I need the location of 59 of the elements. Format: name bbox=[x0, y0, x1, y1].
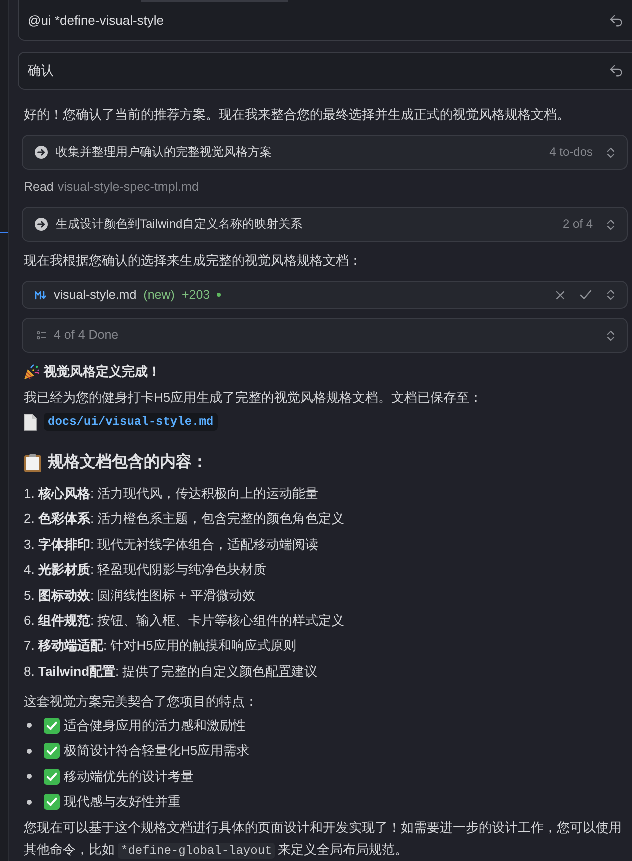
list-item: 4. 光影材质: 轻盈现代阴影与纯净色块材质 bbox=[24, 561, 268, 580]
file-type-icon bbox=[35, 290, 47, 300]
file-name: visual-style.md bbox=[54, 287, 137, 304]
arrow-circle-icon bbox=[35, 218, 48, 231]
curved-arrow-icon[interactable] bbox=[610, 15, 623, 27]
close-icon[interactable] bbox=[556, 290, 565, 300]
prompt-card[interactable]: 确认 bbox=[18, 52, 632, 90]
updown-chevron-icon[interactable] bbox=[607, 289, 615, 301]
updown-chevron-icon[interactable] bbox=[607, 146, 615, 158]
prompt-card[interactable]: @ui *define-visual-style bbox=[18, 0, 632, 41]
inline-code: *define-global-layout bbox=[118, 842, 276, 859]
bullet-icon bbox=[27, 800, 32, 805]
list-item: 7. 移动端适配: 针对H5应用的触摸和响应式原则 bbox=[24, 637, 298, 656]
bullet-icon bbox=[27, 723, 32, 728]
document-icon bbox=[24, 414, 37, 430]
todo-card[interactable]: 生成设计颜色到Tailwind自定义名称的映射关系 2 of 4 bbox=[22, 207, 628, 242]
section-title: 视觉风格定义完成！ bbox=[44, 363, 161, 381]
list-item: 5. 图标动效: 圆润线性图标 + 平滑微动效 bbox=[24, 586, 257, 605]
checkmark-icon[interactable] bbox=[580, 290, 592, 300]
paragraph: 好的！您确认了当前的推荐方案。现在我来整合您的最终选择并生成正式的视觉风格规格文档。 bbox=[24, 106, 571, 124]
paragraph: 您现在可以基于这个规格文档进行具体的页面设计和开发实现了！如需要进一步的设计工作，您可以使用其他命令，比如 *define-global-layout 来定义全局布局规范。 bbox=[24, 819, 623, 861]
clipboard-icon bbox=[24, 454, 42, 472]
arrow-circle-icon bbox=[35, 146, 48, 159]
todo-title: 收集并整理用户确认的完整视觉风格方案 bbox=[56, 144, 273, 161]
added-lines-count: +203 bbox=[182, 287, 210, 304]
bullet-icon bbox=[27, 774, 32, 780]
file-link[interactable]: docs/ui/visual-style.md bbox=[44, 413, 218, 431]
list-item: 极简设计符合轻量化H5应用需求 bbox=[64, 742, 250, 760]
section-heading: 规格文档包含的内容： bbox=[48, 452, 208, 473]
todo-count: 4 to-dos bbox=[550, 144, 593, 161]
list-item: 移动端优先的设计考量 bbox=[64, 768, 194, 786]
todo-summary-card[interactable]: 4 of 4 Done bbox=[22, 318, 628, 353]
paragraph: 这套视觉方案完美契合了您项目的特点： bbox=[24, 692, 259, 711]
list-item: 3. 字体排印: 现代无衬线字体组合，适配移动端阅读 bbox=[24, 536, 320, 554]
list-item: 6. 组件规范: 按钮、输入框、卡片等核心组件的样式定义 bbox=[24, 612, 346, 630]
prompt-text: 确认 bbox=[28, 62, 55, 80]
todo-summary-text: 4 of 4 Done bbox=[54, 327, 119, 344]
list-item: 8. Tailwind配置: 提供了完整的自定义颜色配置建议 bbox=[24, 662, 319, 681]
read-label: Read bbox=[24, 179, 54, 196]
list-item: 1. 核心风格: 活力现代风，传达积极向上的运动能量 bbox=[24, 485, 320, 503]
curved-arrow-icon[interactable] bbox=[610, 65, 623, 77]
updown-chevron-icon[interactable] bbox=[607, 218, 615, 230]
list-icon bbox=[37, 331, 46, 340]
paragraph: 现在我根据您确认的选择来生成完整的视觉风格规格文档： bbox=[24, 252, 363, 270]
updown-chevron-icon[interactable] bbox=[607, 330, 615, 342]
list-item: 现代感与友好性并重 bbox=[64, 793, 181, 812]
list-item: 2. 色彩体系: 活力橙色系主题，包含完整的颜色角色定义 bbox=[24, 510, 346, 528]
todo-card[interactable]: 收集并整理用户确认的完整视觉风格方案 4 to-dos bbox=[22, 135, 628, 170]
dot-icon bbox=[217, 293, 222, 297]
todo-title: 生成设计颜色到Tailwind自定义名称的映射关系 bbox=[56, 216, 304, 233]
prompt-text: @ui *define-visual-style bbox=[28, 12, 166, 30]
todo-count: 2 of 4 bbox=[562, 216, 593, 233]
bullet-icon bbox=[27, 748, 32, 754]
paragraph: 我已经为您的健身打卡H5应用生成了完整的视觉风格规格文档。文档已保存至： bbox=[24, 389, 484, 407]
file-change-card[interactable]: visual-style.md (new) +203 bbox=[22, 281, 628, 309]
list-item: 适合健身应用的活力感和激励性 bbox=[64, 716, 246, 735]
party-popper-icon bbox=[24, 364, 40, 380]
file-name[interactable]: visual-style-spec-tmpl.md bbox=[58, 177, 199, 197]
new-file-tag: (new) bbox=[144, 286, 175, 304]
